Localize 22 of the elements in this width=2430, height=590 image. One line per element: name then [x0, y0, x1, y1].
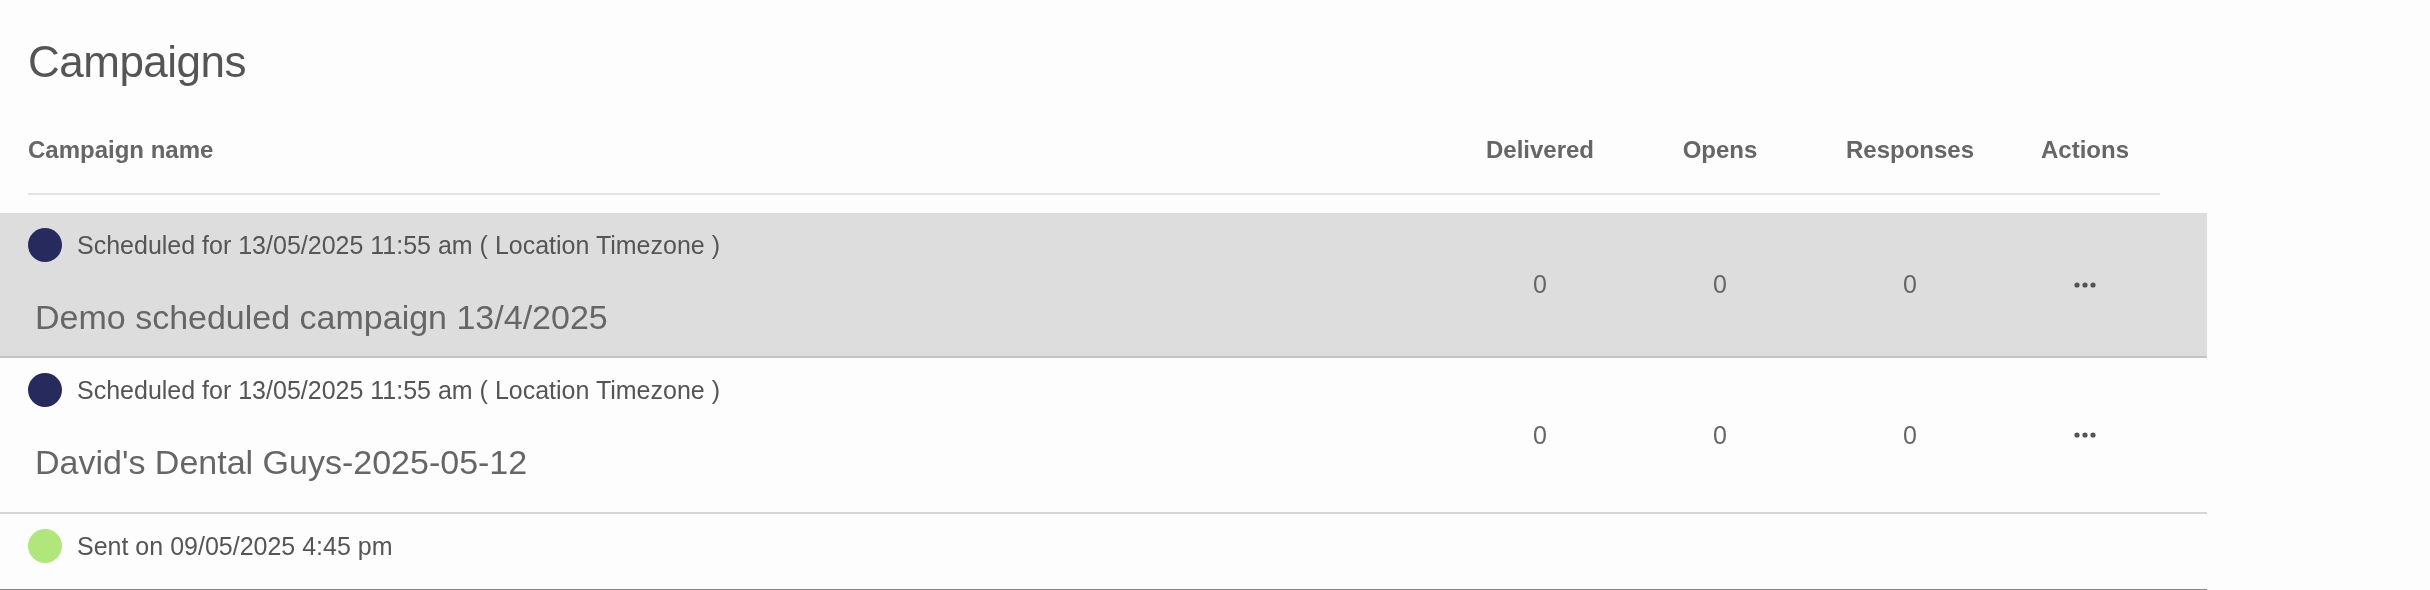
column-header: Delivered — [1485, 135, 1595, 164]
opens-count: 0 — [1713, 270, 1727, 299]
status-text: Sent on 09/05/2025 4:45 pm — [77, 531, 393, 561]
delivered-count: 0 — [1533, 420, 1547, 450]
column-header: Campaign name — [28, 135, 214, 164]
responses-count: 0 — [1903, 270, 1917, 299]
column-header: Responses — [1845, 135, 1975, 164]
status-text: Scheduled for 13/05/2025 11:55 am ( Location Timezone ) — [77, 230, 720, 260]
table-row[interactable]: Scheduled for 13/05/2025 11:55 am ( Location Timezone ) Demo scheduled campaign 13/4/2025 0 0 0 — [0, 213, 2207, 358]
opens-count: 0 — [1713, 420, 1727, 450]
campaign-name: Demo scheduled campaign 13/4/2025 — [35, 298, 609, 337]
table-row[interactable]: Scheduled for 13/05/2025 11:55 am ( Location Timezone ) David's Dental Guys-2025-05-12 0 0 0 — [0, 358, 2207, 514]
delivered-count: 0 — [1533, 270, 1547, 299]
more-icon — [2074, 281, 2096, 288]
table-row[interactable]: Sent on 09/05/2025 4:45 pm — [0, 514, 2207, 590]
page-title: Campaigns — [27, 36, 248, 88]
campaign-name: David's Dental Guys-2025-05-12 — [35, 443, 529, 482]
column-header: Actions — [2041, 135, 2129, 164]
status-text: Scheduled for 13/05/2025 11:55 am ( Location Timezone ) — [77, 375, 720, 405]
more-icon — [2074, 432, 2096, 438]
column-header: Opens — [1682, 135, 1758, 164]
responses-count: 0 — [1903, 420, 1917, 450]
